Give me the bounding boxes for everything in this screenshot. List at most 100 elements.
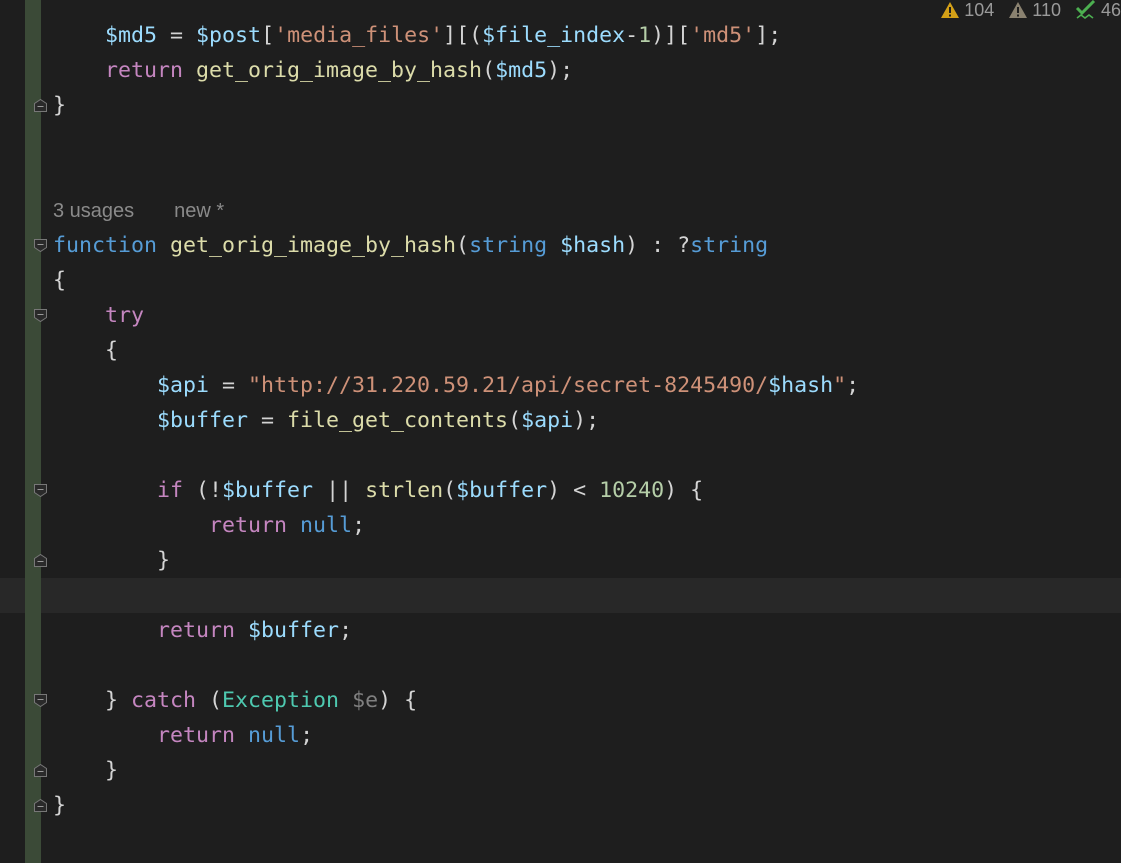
code-token: $md5 <box>105 23 158 48</box>
code-line[interactable]: $api = "http://31.220.59.21/api/secret-8… <box>53 368 859 403</box>
code-token: ) < <box>547 478 600 503</box>
code-line[interactable]: return null; <box>53 508 365 543</box>
code-token: } <box>53 758 119 783</box>
code-token: get_orig_image_by_hash <box>170 233 457 258</box>
code-token: = <box>157 23 197 48</box>
code-token: ( <box>456 233 470 258</box>
code-token: ( <box>508 408 522 433</box>
code-token: $hash <box>560 233 626 258</box>
code-token: $buffer <box>222 478 314 503</box>
code-line[interactable]: { <box>53 263 66 298</box>
code-token: } <box>53 548 171 573</box>
code-line[interactable]: $md5 = $post['media_files'][($file_index… <box>53 18 781 53</box>
fold-end-icon[interactable] <box>34 799 47 812</box>
usages-hint[interactable]: 3 usages <box>53 200 134 222</box>
code-token: } <box>53 688 132 713</box>
code-token: ][( <box>443 23 483 48</box>
code-line[interactable]: return get_orig_image_by_hash($md5); <box>53 53 573 88</box>
code-token: ; <box>352 513 366 538</box>
code-token: ; <box>846 373 860 398</box>
code-token: string <box>469 233 548 258</box>
code-token: $hash <box>768 373 834 398</box>
code-token: )][ <box>651 23 691 48</box>
code-line[interactable]: } <box>53 753 118 788</box>
code-token: $api <box>521 408 574 433</box>
code-token: return <box>105 58 184 83</box>
code-token: catch <box>131 688 197 713</box>
weak-warnings-indicator[interactable]: 110 <box>1008 0 1061 21</box>
inspection-status[interactable]: 104 110 46 <box>932 0 1121 20</box>
code-line[interactable]: } catch (Exception $e) { <box>53 683 417 718</box>
weak-warning-icon <box>1009 2 1028 18</box>
code-token: } <box>53 793 67 818</box>
fold-end-icon[interactable] <box>34 99 47 112</box>
vcs-change-marker[interactable] <box>25 0 41 863</box>
fold-collapse-icon[interactable] <box>34 309 47 322</box>
code-token: file_get_contents <box>287 408 509 433</box>
weak-warnings-count: 110 <box>1032 0 1061 20</box>
code-line[interactable]: if (!$buffer || strlen($buffer) < 10240)… <box>53 473 703 508</box>
code-token: $file_index <box>482 23 626 48</box>
code-token: ]; <box>755 23 782 48</box>
code-token: string <box>690 233 769 258</box>
code-token: return <box>209 513 288 538</box>
code-line[interactable]: function get_orig_image_by_hash(string $… <box>53 228 768 263</box>
code-line[interactable]: return null; <box>53 718 313 753</box>
fold-collapse-icon[interactable] <box>34 239 47 252</box>
code-line[interactable]: return $buffer; <box>53 613 352 648</box>
code-token: ) : ? <box>625 233 691 258</box>
code-token: Exception <box>222 688 340 713</box>
code-token: [ <box>261 23 275 48</box>
fold-end-icon[interactable] <box>34 764 47 777</box>
code-token: null <box>300 513 353 538</box>
code-line[interactable]: { <box>53 333 118 368</box>
code-token: $buffer <box>157 408 249 433</box>
warnings-count: 104 <box>964 0 995 20</box>
code-line[interactable]: } <box>53 543 170 578</box>
code-token: if <box>157 478 184 503</box>
current-line-highlight <box>0 578 1121 613</box>
author-hint[interactable]: new * <box>174 200 224 222</box>
code-token: get_orig_image_by_hash <box>196 58 483 83</box>
code-token: ) { <box>378 688 418 713</box>
code-token: ; <box>339 618 353 643</box>
code-token: { <box>53 268 67 293</box>
code-token: $buffer <box>248 618 340 643</box>
ok-count: 46 <box>1100 0 1121 20</box>
code-line[interactable]: } <box>53 788 66 823</box>
code-token: { <box>53 338 119 363</box>
fold-collapse-icon[interactable] <box>34 484 47 497</box>
fold-end-icon[interactable] <box>34 554 47 567</box>
code-token: || <box>313 478 366 503</box>
code-token: return <box>157 618 236 643</box>
code-token: $api <box>157 373 210 398</box>
code-line[interactable]: } <box>53 88 66 123</box>
code-token: ); <box>547 58 574 83</box>
typos-indicator[interactable]: 46 <box>1075 0 1121 21</box>
code-line[interactable]: $buffer = file_get_contents($api); <box>53 403 599 438</box>
code-token: ); <box>573 408 600 433</box>
warnings-indicator[interactable]: 104 <box>940 0 994 21</box>
code-token: null <box>248 723 301 748</box>
code-line[interactable]: try <box>53 298 144 333</box>
code-token: = <box>209 373 249 398</box>
code-token: 1 <box>638 23 652 48</box>
code-token: } <box>53 93 67 118</box>
fold-collapse-icon[interactable] <box>34 694 47 707</box>
code-token: function <box>53 233 158 258</box>
code-token: ( <box>196 688 223 713</box>
code-token: " <box>833 373 847 398</box>
inlay-hints: 3 usages new * <box>53 194 264 229</box>
